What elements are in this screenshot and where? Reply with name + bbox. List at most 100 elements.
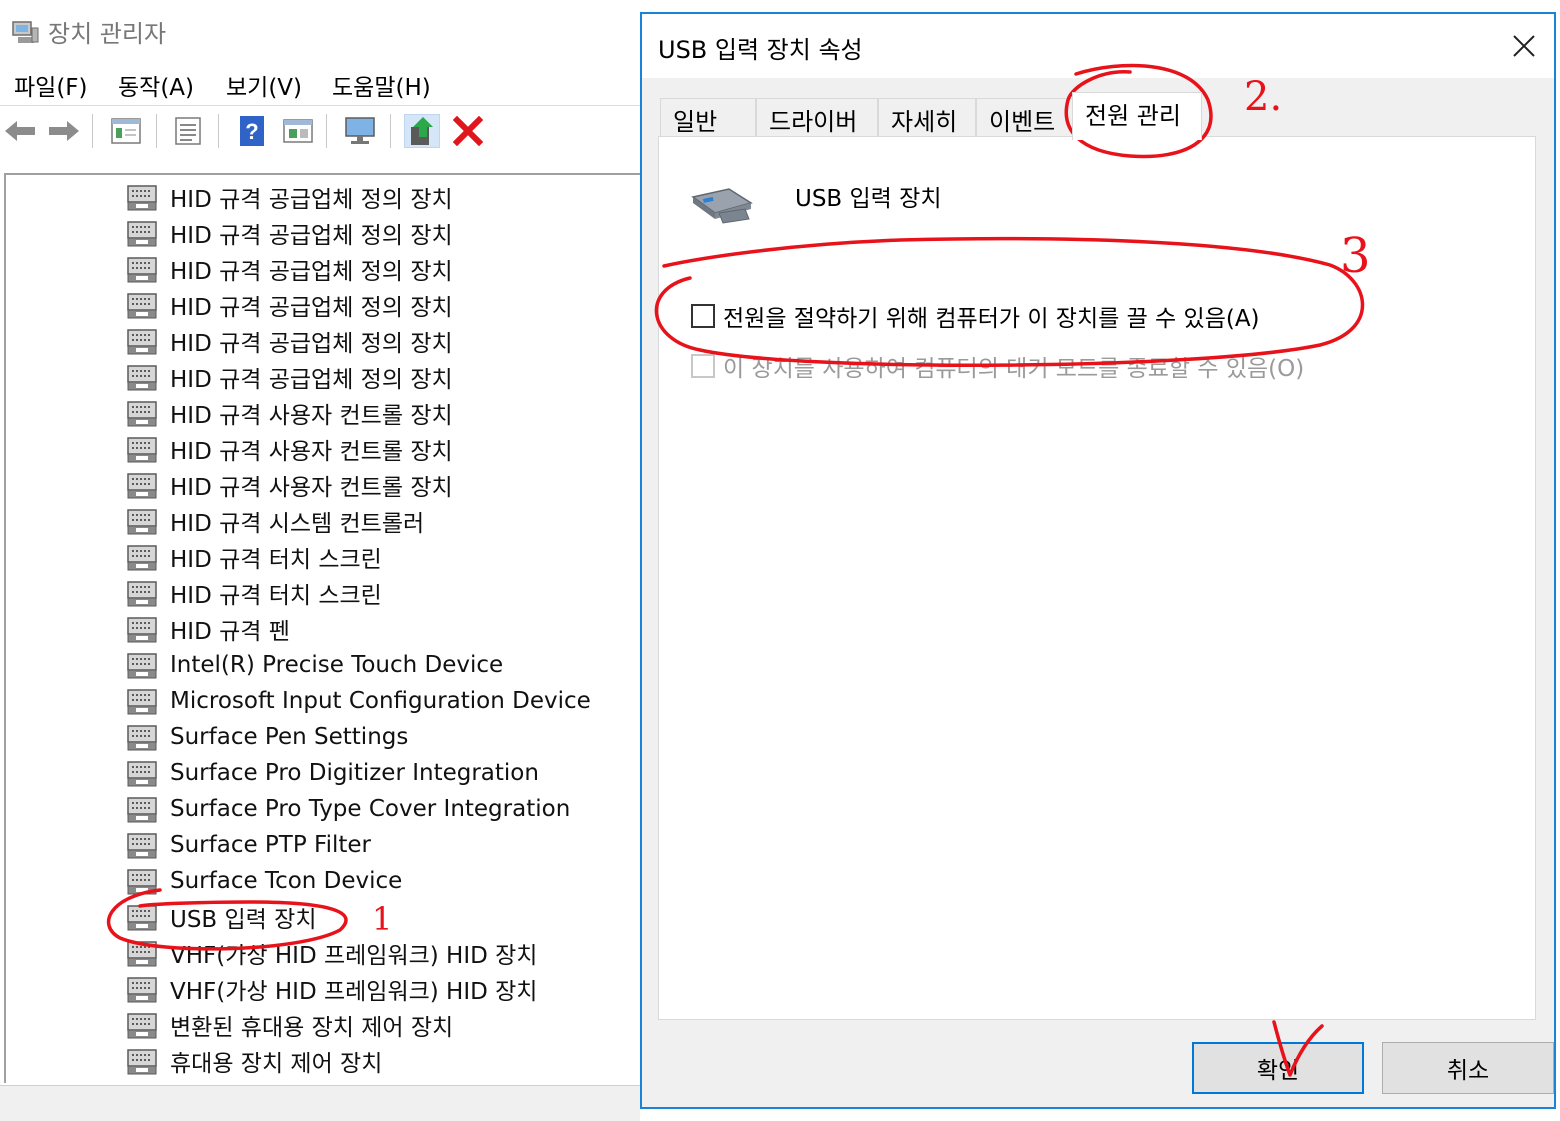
tab-general[interactable]: 일반 xyxy=(660,98,756,138)
toolbar-separator xyxy=(156,114,157,148)
tree-item[interactable]: VHF(가상 HID 프레임워크) HID 장치 xyxy=(126,935,537,971)
tree-item-label: HID 규격 사용자 컨트롤 장치 xyxy=(170,475,453,501)
tree-item-label: VHF(가상 HID 프레임워크) HID 장치 xyxy=(170,979,538,1005)
dialog-titlebar: USB 입력 장치 속성 xyxy=(642,14,1554,78)
hid-device-icon xyxy=(126,974,160,1004)
status-bar xyxy=(0,1085,640,1121)
hid-device-icon xyxy=(126,758,160,788)
tree-item[interactable]: HID 규격 공급업체 정의 장치 xyxy=(126,215,453,251)
hid-device-icon xyxy=(126,218,160,248)
hid-device-icon xyxy=(126,398,160,428)
allow-power-off-label: 전원을 절약하기 위해 컴퓨터가 이 장치를 끌 수 있음(A) xyxy=(723,306,1260,332)
tree-item[interactable]: Surface Pro Type Cover Integration xyxy=(126,791,570,827)
forward-arrow-icon[interactable] xyxy=(46,114,82,148)
tree-item-label: HID 규격 사용자 컨트롤 장치 xyxy=(170,403,453,429)
tree-item[interactable]: Surface Pro Digitizer Integration xyxy=(126,755,539,791)
tree-item-label: HID 규격 펜 xyxy=(170,619,290,645)
allow-wake-checkbox xyxy=(691,354,715,378)
tree-item[interactable]: HID 규격 펜 xyxy=(126,611,290,647)
hid-device-icon xyxy=(126,830,160,860)
tree-item[interactable]: HID 규격 터치 스크린 xyxy=(126,575,382,611)
tree-item[interactable]: 변환된 휴대용 장치 제어 장치 xyxy=(126,1007,453,1043)
tree-item-label: HID 규격 공급업체 정의 장치 xyxy=(170,187,453,213)
tree-item-label: HID 규격 공급업체 정의 장치 xyxy=(170,367,453,393)
tree-item[interactable]: Surface PTP Filter xyxy=(126,827,371,863)
hid-device-icon xyxy=(126,542,160,572)
tree-item[interactable]: HID 규격 사용자 컨트롤 장치 xyxy=(126,395,453,431)
tree-item-label: VHF(가상 HID 프레임워크) HID 장치 xyxy=(170,943,538,969)
toolbar-separator xyxy=(390,114,391,148)
tree-item[interactable]: HID 규격 사용자 컨트롤 장치 xyxy=(126,467,453,503)
allow-wake-label: 이 장치를 사용하여 컴퓨터의 대기 모드를 종료할 수 있음(O) xyxy=(723,356,1305,382)
hid-device-icon xyxy=(126,506,160,536)
tree-item-label: Surface Pro Type Cover Integration xyxy=(170,796,571,822)
allow-power-off-option[interactable]: 전원을 절약하기 위해 컴퓨터가 이 장치를 끌 수 있음(A) xyxy=(691,299,1260,333)
menu-view[interactable]: 보기(V) xyxy=(226,68,302,102)
allow-power-off-checkbox[interactable] xyxy=(691,304,715,328)
hid-device-icon xyxy=(126,290,160,320)
tree-item[interactable]: VHF(가상 HID 프레임워크) HID 장치 xyxy=(126,971,537,1007)
enable-device-icon[interactable] xyxy=(404,114,440,148)
hid-device-icon xyxy=(126,902,160,932)
tree-item[interactable]: HID 규격 공급업체 정의 장치 xyxy=(126,179,453,215)
tree-item[interactable]: HID 규격 공급업체 정의 장치 xyxy=(126,287,453,323)
tree-item-label: HID 규격 공급업체 정의 장치 xyxy=(170,223,453,249)
tree-item[interactable]: 휴대용 장치 제어 장치 xyxy=(126,1043,382,1079)
power-management-panel: USB 입력 장치 전원을 절약하기 위해 컴퓨터가 이 장치를 끌 수 있음(… xyxy=(658,136,1536,1020)
hid-device-icon xyxy=(126,938,160,968)
tree-item-label: HID 규격 공급업체 정의 장치 xyxy=(170,259,453,285)
tree-item[interactable]: Surface Tcon Device xyxy=(126,863,402,899)
hid-device-icon xyxy=(126,254,160,284)
tree-item[interactable]: Microsoft Input Configuration Device xyxy=(126,683,591,719)
toolbar-separator xyxy=(218,114,219,148)
cancel-button[interactable]: 취소 xyxy=(1382,1042,1554,1094)
back-arrow-icon[interactable] xyxy=(2,114,38,148)
hid-device-icon xyxy=(126,434,160,464)
view-icon[interactable] xyxy=(170,114,206,148)
tree-item-label: 변환된 휴대용 장치 제어 장치 xyxy=(170,1015,454,1041)
hid-device-icon xyxy=(126,650,160,680)
device-tree[interactable]: HID 규격 공급업체 정의 장치 HID 규격 공급업체 정의 장치 HID 규격… xyxy=(4,173,640,1083)
hid-device-icon xyxy=(126,794,160,824)
properties-icon[interactable] xyxy=(108,114,144,148)
menu-action[interactable]: 동작(A) xyxy=(118,68,194,102)
device-manager-app-icon xyxy=(12,21,39,43)
monitor-icon[interactable] xyxy=(342,114,378,148)
tree-item-label: Surface Tcon Device xyxy=(170,868,403,894)
tree-item[interactable]: HID 규격 공급업체 정의 장치 xyxy=(126,323,453,359)
hid-device-icon xyxy=(126,578,160,608)
hid-device-icon xyxy=(126,866,160,896)
device-manager-window: 장치 관리자 파일(F) 동작(A) 보기(V) 도움말(H) ? HID 규격… xyxy=(0,0,640,1121)
tree-item-label: HID 규격 터치 스크린 xyxy=(170,583,382,609)
tree-item-label: HID 규격 시스템 컨트롤러 xyxy=(170,511,425,537)
close-icon[interactable] xyxy=(1498,20,1550,72)
tree-item[interactable]: HID 규격 사용자 컨트롤 장치 xyxy=(126,431,453,467)
menu-file[interactable]: 파일(F) xyxy=(14,68,88,102)
ok-button[interactable]: 확인 xyxy=(1192,1042,1364,1094)
tab-power-management[interactable]: 전원 관리 xyxy=(1072,92,1202,140)
hid-device-icon xyxy=(126,722,160,752)
tab-events[interactable]: 이벤트 xyxy=(976,98,1074,138)
hid-device-icon xyxy=(126,1046,160,1076)
tree-item[interactable]: HID 규격 터치 스크린 xyxy=(126,539,382,575)
hid-device-icon xyxy=(126,182,160,212)
uninstall-x-icon[interactable] xyxy=(450,114,486,148)
tree-item[interactable]: HID 규격 시스템 컨트롤러 xyxy=(126,503,424,539)
update-driver-icon[interactable] xyxy=(280,114,316,148)
tab-details[interactable]: 자세히 xyxy=(878,98,976,138)
allow-wake-option: 이 장치를 사용하여 컴퓨터의 대기 모드를 종료할 수 있음(O) xyxy=(691,349,1304,383)
tree-item[interactable]: Intel(R) Precise Touch Device xyxy=(126,647,503,683)
menu-help[interactable]: 도움말(H) xyxy=(332,68,431,102)
tab-driver[interactable]: 드라이버 xyxy=(756,98,878,138)
tree-item[interactable]: Surface Pen Settings xyxy=(126,719,408,755)
tree-item-label: Surface Pro Digitizer Integration xyxy=(170,760,539,786)
hid-device-icon xyxy=(126,1010,160,1040)
tree-item-label: USB 입력 장치 xyxy=(170,907,317,933)
tree-item[interactable]: HID 규격 공급업체 정의 장치 xyxy=(126,251,453,287)
toolbar: ? xyxy=(0,105,640,155)
tree-item[interactable]: USB 입력 장치 xyxy=(126,899,316,935)
hid-device-icon xyxy=(126,326,160,356)
hid-device-icon xyxy=(126,614,160,644)
help-icon[interactable]: ? xyxy=(234,114,270,148)
tree-item[interactable]: HID 규격 공급업체 정의 장치 xyxy=(126,359,453,395)
